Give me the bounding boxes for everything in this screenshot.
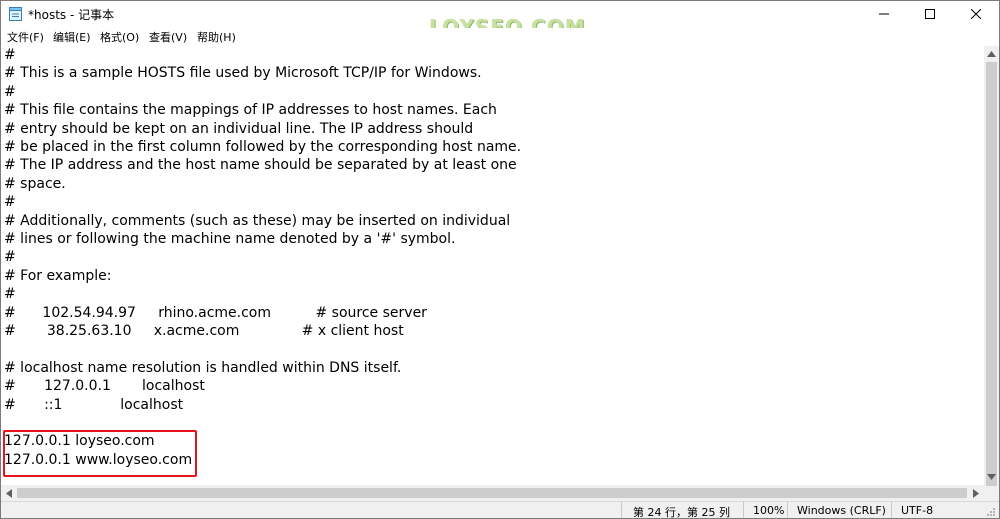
status-line-ending: Windows (CRLF) bbox=[797, 504, 886, 517]
status-encoding: UTF-8 bbox=[901, 504, 934, 517]
minimize-icon bbox=[879, 13, 889, 15]
status-divider bbox=[743, 502, 744, 518]
editor-line: # space. bbox=[4, 175, 66, 192]
notepad-icon bbox=[9, 7, 22, 21]
status-zoom: 100% bbox=[753, 504, 785, 517]
scroll-left-icon[interactable] bbox=[6, 489, 12, 498]
window-title: *hosts - 记事本 bbox=[28, 8, 115, 22]
vertical-scrollbar[interactable] bbox=[984, 46, 999, 501]
title-bar[interactable]: *hosts - 记事本 LOYSEO.COM bbox=[1, 1, 999, 39]
vertical-scroll-thumb[interactable] bbox=[986, 62, 997, 486]
horizontal-scroll-thumb[interactable] bbox=[17, 488, 967, 498]
scroll-up-icon[interactable] bbox=[987, 51, 996, 57]
close-button[interactable] bbox=[953, 1, 999, 27]
menu-bar: 文件(F) 编辑(E) 格式(O) 查看(V) 帮助(H) bbox=[1, 28, 999, 46]
editor-line: # Additionally, comments (such as these)… bbox=[4, 212, 511, 229]
editor-line: # be placed in the first column followed… bbox=[4, 139, 522, 155]
menu-view[interactable]: 查看(V) bbox=[149, 29, 187, 45]
editor-line: # localhost name resolution is handled w… bbox=[4, 359, 402, 376]
minimize-button[interactable] bbox=[861, 1, 907, 27]
notepad-window: *hosts - 记事本 LOYSEO.COM 文件(F) 编辑(E) 格式(O… bbox=[0, 0, 1000, 519]
editor-line: # The IP address and the host name shoul… bbox=[4, 157, 517, 174]
editor-line: # bbox=[4, 249, 16, 266]
status-divider bbox=[891, 502, 892, 518]
editor-line: # 38.25.63.10 x.acme.com # x client host bbox=[4, 323, 404, 339]
close-icon bbox=[971, 9, 981, 19]
resize-grip-icon[interactable] bbox=[986, 507, 996, 517]
status-cursor-position: 第 24 行，第 25 列 bbox=[633, 506, 730, 519]
scroll-right-icon[interactable] bbox=[973, 489, 979, 498]
menu-help[interactable]: 帮助(H) bbox=[197, 29, 236, 45]
editor-line: # bbox=[4, 194, 16, 211]
menu-file[interactable]: 文件(F) bbox=[7, 29, 44, 45]
maximize-icon bbox=[925, 9, 935, 19]
editor-line: # For example: bbox=[4, 267, 112, 284]
status-bar: 第 24 行，第 25 列 100% Windows (CRLF) UTF-8 bbox=[1, 501, 999, 519]
maximize-button[interactable] bbox=[907, 1, 953, 27]
status-divider bbox=[621, 502, 622, 518]
highlight-box bbox=[3, 430, 197, 477]
editor-line: # bbox=[4, 47, 16, 63]
editor-line: # ::1 localhost bbox=[4, 396, 184, 413]
menu-format[interactable]: 格式(O) bbox=[100, 29, 139, 45]
status-divider bbox=[787, 502, 788, 518]
editor-line: # This is a sample HOSTS file used by Mi… bbox=[4, 65, 482, 82]
editor-line: # bbox=[4, 83, 16, 100]
scroll-down-icon[interactable] bbox=[987, 474, 996, 480]
editor-line: # 127.0.0.1 localhost bbox=[4, 378, 205, 395]
editor-line: # bbox=[4, 286, 16, 303]
horizontal-scrollbar[interactable] bbox=[1, 485, 984, 501]
editor-line: # This file contains the mappings of IP … bbox=[4, 102, 497, 119]
editor-line: # 102.54.94.97 rhino.acme.com # source s… bbox=[4, 304, 427, 321]
menu-edit[interactable]: 编辑(E) bbox=[53, 29, 91, 45]
editor-line: # lines or following the machine name de… bbox=[4, 231, 456, 247]
editor-line: # entry should be kept on an individual … bbox=[4, 120, 474, 137]
